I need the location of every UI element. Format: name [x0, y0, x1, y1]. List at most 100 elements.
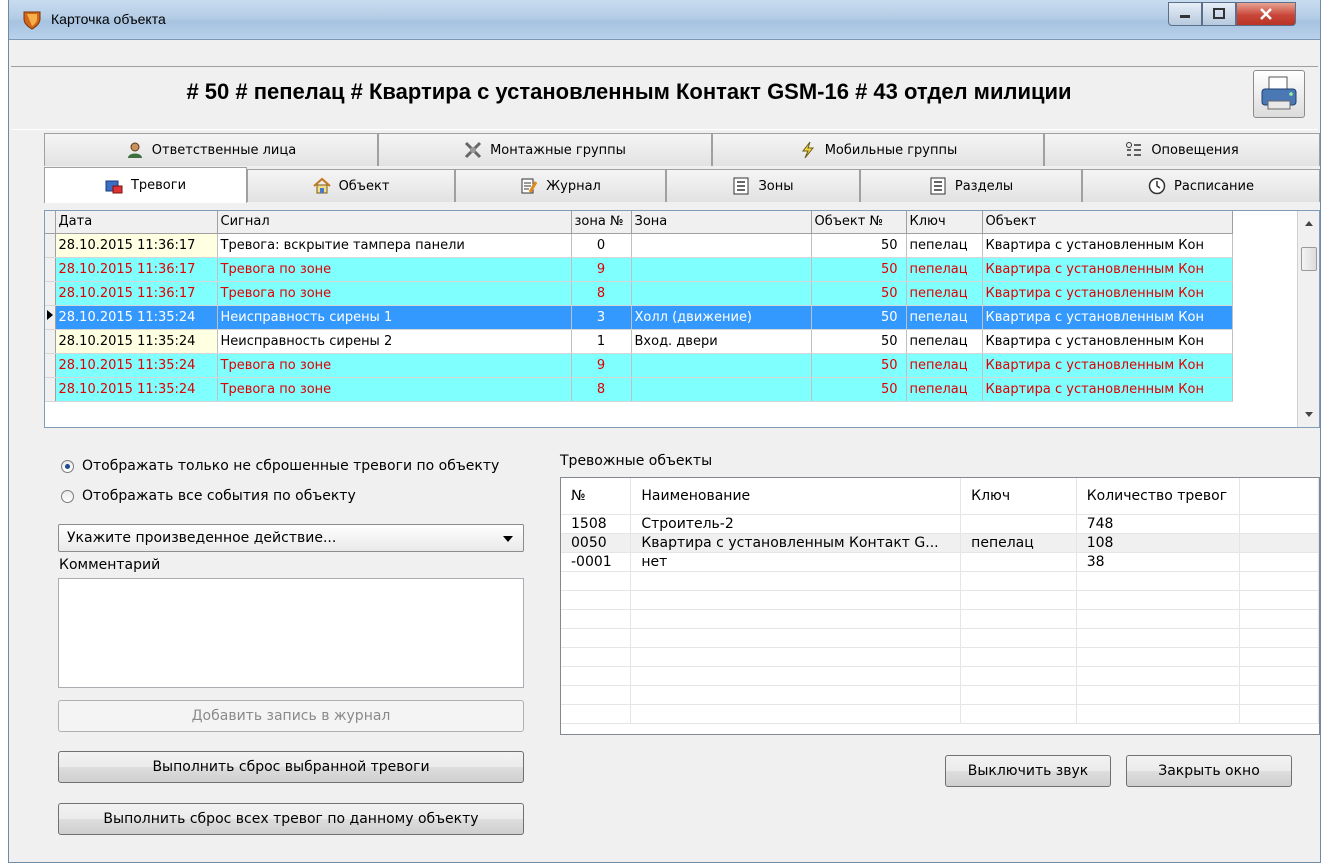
radio-unreset-alarms[interactable]: Отображать только не сброшенные тревоги …: [61, 458, 499, 474]
journal-icon: [521, 178, 538, 194]
maximize-icon: [1213, 8, 1225, 19]
list-item[interactable]: 1508 Строитель-2 748: [561, 514, 1319, 534]
table-row-selected[interactable]: 28.10.2015 11:35:24 Неисправность сирены…: [45, 305, 1233, 330]
scroll-down-icon[interactable]: [1299, 407, 1319, 423]
reset-all-alarms-button[interactable]: Выполнить сброс всех тревог по данному о…: [58, 803, 524, 835]
cell-object-no: 50: [811, 305, 907, 330]
page-title: # 50 # пепелац # Квартира с установленны…: [186, 79, 1072, 104]
scrollbar-thumb[interactable]: [1301, 247, 1317, 271]
row-indicator: [45, 353, 56, 378]
cell-date: 28.10.2015 11:36:17: [55, 233, 218, 258]
tab-mobile-groups[interactable]: Мобильные группы: [712, 133, 1044, 166]
cell-no: -0001: [561, 552, 632, 572]
empty-row: [561, 590, 1319, 610]
table-row[interactable]: 28.10.2015 11:35:24 Тревога по зоне 8 50…: [45, 377, 1233, 402]
cell-key: пепелац: [906, 377, 983, 402]
table-row[interactable]: 28.10.2015 11:36:17 Тревога по зоне 9 50…: [45, 257, 1233, 282]
person-icon: [127, 142, 142, 158]
col-key-header[interactable]: Ключ: [906, 211, 983, 234]
object-card-window: Карточка объекта # 50 # пепелац # Кварти…: [8, 0, 1321, 863]
cell-key: пепелац: [906, 233, 983, 258]
maximize-button[interactable]: [1202, 2, 1236, 26]
print-button[interactable]: [1253, 70, 1305, 118]
comment-textarea[interactable]: [58, 578, 524, 688]
tab-label: Зоны: [758, 178, 794, 194]
cell-zone-no: 8: [571, 377, 632, 402]
events-grid[interactable]: Дата Сигнал зона № Зона Объект № Ключ Об…: [44, 210, 1320, 428]
action-select[interactable]: Укажите произведенное действие...: [58, 524, 524, 552]
alarm-objects-list[interactable]: № Наименование Ключ Количество тревог 15…: [560, 477, 1320, 735]
col-object-no-header[interactable]: Объект №: [811, 211, 907, 234]
minimize-icon: [1180, 15, 1190, 18]
row-indicator: [45, 329, 56, 354]
tab-row-top: Ответственные лица Монтажные группы Моби…: [44, 133, 1320, 166]
row-pointer-icon: [45, 305, 56, 330]
cell-object-no: 50: [811, 329, 907, 354]
cell-name: Квартира с установленным Контакт G...: [630, 533, 962, 553]
col-count-header[interactable]: Количество тревог: [1076, 478, 1240, 515]
cell-zone-no: 8: [571, 281, 632, 306]
row-indicator: [45, 377, 56, 402]
tab-notifications[interactable]: Оповещения: [1044, 133, 1320, 166]
tab-install-groups[interactable]: Монтажные группы: [378, 133, 712, 166]
cell-signal: Тревога по зоне: [217, 281, 572, 306]
cell-name: нет: [630, 552, 962, 572]
cell-zone: [631, 257, 812, 282]
title-bar[interactable]: Карточка объекта: [9, 0, 1320, 40]
cell-object: Квартира с установленным Кон: [982, 281, 1233, 306]
tab-label: Монтажные группы: [490, 142, 626, 158]
shield-icon: [23, 11, 41, 30]
col-key-header[interactable]: Ключ: [960, 478, 1077, 515]
col-signal-header[interactable]: Сигнал: [217, 211, 572, 234]
tab-label: Ответственные лица: [151, 142, 297, 158]
add-journal-button[interactable]: Добавить запись в журнал: [58, 700, 524, 732]
cell-zone: Холл (движение): [631, 305, 812, 330]
table-row[interactable]: 28.10.2015 11:35:24 Тревога по зоне 9 50…: [45, 353, 1233, 378]
col-zone-header[interactable]: Зона: [631, 211, 812, 234]
tab-responsible[interactable]: Ответственные лица: [44, 133, 378, 166]
table-row[interactable]: 28.10.2015 11:35:24 Неисправность сирены…: [45, 329, 1233, 354]
mute-sound-button[interactable]: Выключить звук: [945, 755, 1111, 787]
close-window-button[interactable]: [1236, 2, 1296, 26]
close-icon: [1260, 8, 1272, 20]
tab-zones[interactable]: Зоны: [666, 169, 860, 202]
clock-icon: [1148, 177, 1166, 195]
col-filler-header: [1239, 478, 1319, 515]
cell-count: 38: [1076, 552, 1240, 572]
reset-selected-alarm-button[interactable]: Выполнить сброс выбранной тревоги: [58, 751, 524, 783]
col-date-header[interactable]: Дата: [55, 211, 218, 234]
col-object-header[interactable]: Объект: [982, 211, 1233, 234]
table-row[interactable]: 28.10.2015 11:36:17 Тревога: вскрытие та…: [45, 233, 1233, 258]
sections-icon: [930, 177, 946, 195]
tab-label: Оповещения: [1151, 142, 1239, 158]
grid-vertical-scrollbar[interactable]: [1297, 211, 1319, 427]
empty-row: [561, 666, 1319, 686]
tab-alarms[interactable]: Тревоги: [44, 167, 247, 203]
cell-key: пепелац: [906, 281, 983, 306]
tab-sections[interactable]: Разделы: [860, 169, 1082, 202]
col-zone-no-header[interactable]: зона №: [571, 211, 632, 234]
list-item[interactable]: -0001 нет 38: [561, 552, 1319, 572]
tab-schedule[interactable]: Расписание: [1082, 169, 1320, 202]
tab-journal[interactable]: Журнал: [455, 169, 666, 202]
minimize-button[interactable]: [1168, 2, 1202, 26]
tab-label: Разделы: [954, 178, 1014, 194]
cell-zone: Вход. двери: [631, 329, 812, 354]
list-item[interactable]: 0050 Квартира с установленным Контакт G.…: [561, 533, 1319, 553]
cell-object-no: 50: [811, 281, 907, 306]
empty-row: [561, 704, 1319, 724]
cell-no: 1508: [561, 514, 632, 534]
table-row[interactable]: 28.10.2015 11:36:17 Тревога по зоне 8 50…: [45, 281, 1233, 306]
close-window-bottom-button[interactable]: Закрыть окно: [1126, 755, 1292, 787]
col-name-header[interactable]: Наименование: [630, 478, 962, 515]
tab-row-bottom: Тревоги Объект Журнал Зоны Разделы Распи…: [44, 167, 1320, 203]
tab-object[interactable]: Объект: [247, 169, 455, 202]
cell-object: Квартира с установленным Кон: [982, 329, 1233, 354]
list-icon: [1126, 142, 1142, 156]
tab-label: Журнал: [546, 178, 601, 194]
col-no-header[interactable]: №: [561, 478, 632, 515]
scroll-up-icon[interactable]: [1299, 215, 1319, 231]
cell-name: Строитель-2: [630, 514, 962, 534]
radio-all-events[interactable]: Отображать все события по объекту: [61, 488, 356, 504]
empty-row: [561, 571, 1319, 591]
